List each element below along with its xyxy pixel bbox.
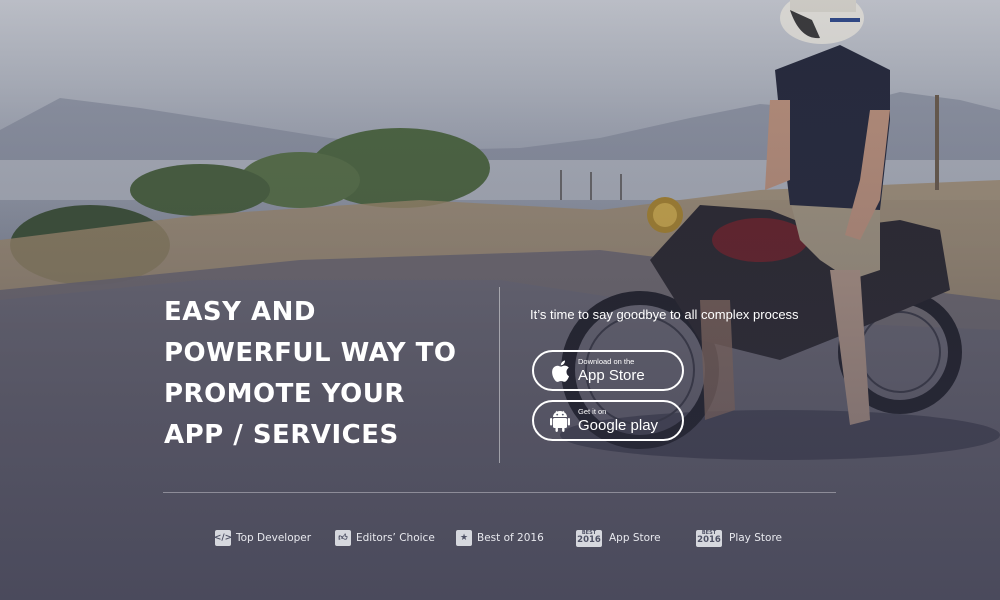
dark-overlay — [0, 0, 1000, 600]
google-play-small-label: Get it on — [578, 407, 607, 417]
code-icon: </> — [214, 530, 232, 546]
award-label: Play Store — [729, 532, 782, 544]
award-label: App Store — [609, 532, 661, 544]
award-editors-choice: 👍︎ Editors’ Choice — [335, 527, 435, 549]
award-label: Best of 2016 — [477, 532, 544, 544]
headline-line-2: POWERFUL WAY TO — [164, 338, 457, 368]
award-app-store: BEST 2016 App Store — [576, 527, 661, 549]
headline-line-1: EASY AND — [164, 297, 316, 327]
award-play-store: BEST 2016 Play Store — [696, 527, 782, 549]
google-play-label: Google play — [578, 416, 659, 434]
headline-line-3: PROMOTE YOUR — [164, 379, 405, 409]
thumbs-up-icon: 👍︎ — [335, 530, 351, 546]
apple-icon — [548, 359, 572, 383]
app-store-small-label: Download on the — [578, 357, 635, 367]
best-2016-badge: BEST 2016 — [696, 529, 722, 547]
award-top-developer: </> Top Developer — [214, 527, 312, 549]
hero-section — [0, 0, 1000, 600]
app-store-label: App Store — [578, 366, 645, 384]
awards-bar: </> Top Developer 👍︎ Editors’ Choice ★ B… — [0, 527, 1000, 549]
google-play-button[interactable]: Get it on Google play — [532, 400, 684, 441]
app-store-button[interactable]: Download on the App Store — [532, 350, 684, 391]
award-best-of-2016: ★ Best of 2016 — [456, 527, 544, 549]
hero-headline: EASY AND POWERFUL WAY TO PROMOTE YOUR AP… — [164, 292, 456, 456]
best-2016-badge: BEST 2016 — [576, 529, 602, 547]
vertical-divider — [499, 287, 500, 463]
award-label: Editors’ Choice — [356, 532, 435, 544]
horizontal-divider — [163, 492, 836, 493]
award-label: Top Developer — [236, 532, 312, 544]
tagline: It’s time to say goodbye to all complex … — [530, 307, 799, 322]
headline-line-4: APP / SERVICES — [164, 420, 399, 450]
star-icon: ★ — [456, 530, 472, 546]
android-icon — [548, 409, 572, 433]
